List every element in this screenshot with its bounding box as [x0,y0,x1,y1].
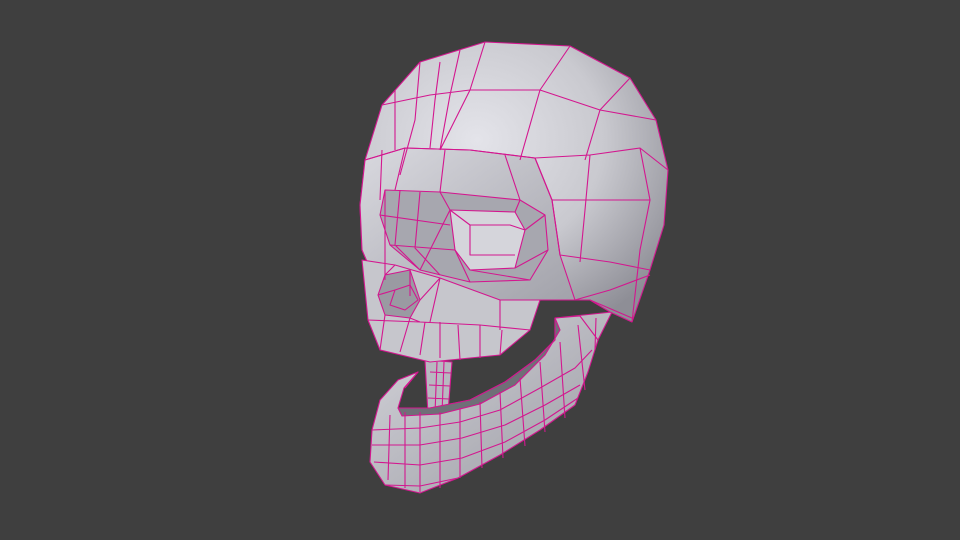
viewport-canvas[interactable] [0,0,960,540]
3d-viewport[interactable] [0,0,960,540]
